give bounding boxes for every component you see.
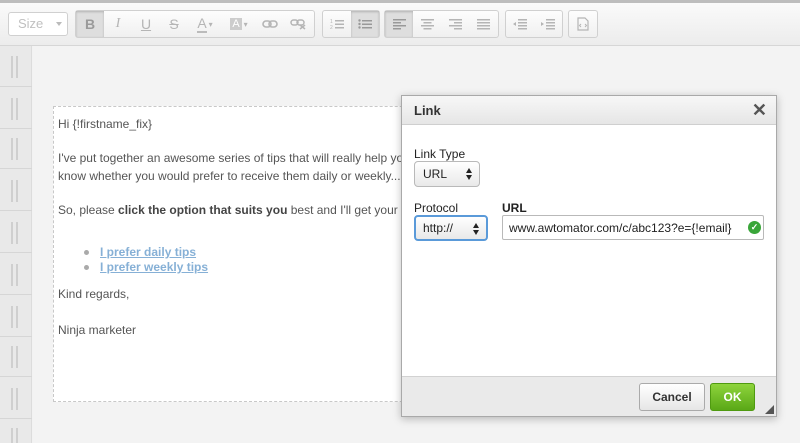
cta-text-post: best and I'll get your — [287, 203, 398, 217]
close-icon[interactable]: ✕ — [752, 100, 767, 121]
link-dialog: Link ✕ Link Type URL Protocol http:// UR… — [401, 95, 777, 417]
resize-handle-icon[interactable] — [765, 405, 774, 414]
drag-handle-icon[interactable] — [10, 388, 20, 410]
align-left-icon — [392, 18, 406, 29]
bold-button[interactable]: B — [76, 11, 104, 37]
cta-text-pre: So, please — [58, 203, 119, 217]
numbered-list-icon: 12 — [330, 19, 344, 30]
strikethrough-button[interactable]: S — [160, 11, 188, 37]
italic-button[interactable]: I — [104, 11, 132, 37]
drag-handle-icon[interactable] — [10, 56, 20, 78]
signature-text: Ninja marketer — [58, 323, 137, 337]
intro-line-1: I've put together an awesome series of t… — [58, 151, 404, 165]
font-size-label: Size — [18, 16, 44, 31]
background-color-icon: A — [230, 18, 242, 30]
divider — [0, 86, 32, 87]
remove-link-button[interactable] — [284, 11, 312, 37]
bullet-list-icon — [358, 19, 372, 29]
divider — [0, 210, 32, 211]
updown-arrows-icon — [466, 168, 473, 180]
dialog-header[interactable]: Link ✕ — [402, 96, 776, 125]
numbered-list-button[interactable]: 12 — [323, 11, 351, 37]
source-group — [568, 10, 598, 38]
text-color-button[interactable]: A ▾ — [188, 11, 222, 37]
drag-handle-icon[interactable] — [10, 306, 20, 328]
divider — [0, 252, 32, 253]
protocol-value: http:// — [423, 221, 454, 235]
bullet-list-button[interactable] — [351, 11, 379, 37]
chevron-down-icon — [56, 22, 62, 26]
protocol-select[interactable]: http:// — [414, 215, 488, 241]
link-type-label: Link Type — [414, 147, 466, 161]
divider — [0, 336, 32, 337]
text-format-group: B I U S A ▾ A ▾ — [75, 10, 315, 38]
email-body-editor[interactable]: Hi {!firstname_fix} I've put together an… — [53, 106, 453, 402]
editor-toolbar: Size B I U S A ▾ A ▾ 12 — [0, 0, 800, 46]
chevron-down-icon: ▾ — [243, 19, 248, 29]
divider — [0, 418, 32, 419]
unlink-icon — [290, 19, 306, 30]
indent-icon — [541, 18, 555, 29]
justify-button[interactable] — [469, 11, 497, 37]
align-center-button[interactable] — [413, 11, 441, 37]
justify-icon — [476, 18, 490, 29]
intro-paragraph: I've put together an awesome series of t… — [58, 149, 452, 185]
drag-handle-icon[interactable] — [10, 180, 20, 202]
indent-group — [505, 10, 563, 38]
dialog-title: Link — [414, 103, 441, 118]
chevron-down-icon: ▾ — [208, 19, 213, 29]
updown-arrows-icon — [473, 223, 480, 235]
drag-handle-icon[interactable] — [10, 264, 20, 286]
intro-line-2: know whether you would prefer to receive… — [58, 169, 401, 183]
weekly-tips-link[interactable]: I prefer weekly tips — [100, 260, 208, 274]
underline-button[interactable]: U — [132, 11, 160, 37]
drag-handle-icon[interactable] — [10, 346, 20, 368]
align-center-icon — [420, 18, 434, 29]
align-left-button[interactable] — [385, 11, 413, 37]
cta-paragraph: So, please click the option that suits y… — [58, 201, 452, 219]
protocol-label: Protocol — [414, 201, 459, 215]
outdent-icon — [513, 18, 527, 29]
drag-handle-icon[interactable] — [10, 98, 20, 120]
greeting-text: Hi {!firstname_fix} — [58, 117, 153, 131]
url-label: URL — [502, 201, 527, 215]
drag-handle-icon[interactable] — [10, 222, 20, 244]
link-type-value: URL — [423, 167, 448, 181]
checkmark-icon: ✓ — [748, 221, 761, 234]
source-code-button[interactable] — [569, 11, 597, 37]
dialog-footer: Cancel OK — [402, 376, 776, 416]
block-handles-gutter — [0, 46, 32, 443]
text-color-icon: A — [197, 15, 207, 33]
cancel-button[interactable]: Cancel — [639, 383, 705, 411]
font-size-select[interactable]: Size — [8, 12, 68, 36]
insert-link-button[interactable] — [256, 11, 284, 37]
url-input[interactable]: www.awtomator.com/c/abc123?e={!email} — [502, 215, 764, 240]
list-item: I prefer weekly tips — [84, 260, 452, 275]
closing-text: Kind regards, — [58, 287, 130, 301]
link-type-select[interactable]: URL — [414, 161, 480, 187]
link-icon — [262, 20, 278, 28]
divider — [0, 376, 32, 377]
divider — [0, 294, 32, 295]
drag-handle-icon[interactable] — [10, 428, 20, 443]
background-color-button[interactable]: A ▾ — [222, 11, 256, 37]
outdent-button[interactable] — [506, 11, 534, 37]
indent-button[interactable] — [534, 11, 562, 37]
source-code-icon — [577, 17, 589, 31]
svg-text:2: 2 — [330, 25, 333, 30]
alignment-group — [384, 10, 499, 38]
ok-button[interactable]: OK — [710, 383, 755, 411]
options-list: I prefer daily tips I prefer weekly tips — [84, 245, 452, 275]
daily-tips-link[interactable]: I prefer daily tips — [100, 245, 196, 259]
cta-text-bold: click the option that suits you — [118, 203, 288, 217]
list-item: I prefer daily tips — [84, 245, 452, 260]
divider — [0, 168, 32, 169]
align-right-button[interactable] — [441, 11, 469, 37]
list-group: 12 — [322, 10, 380, 38]
align-right-icon — [448, 18, 462, 29]
drag-handle-icon[interactable] — [10, 138, 20, 160]
divider — [0, 128, 32, 129]
